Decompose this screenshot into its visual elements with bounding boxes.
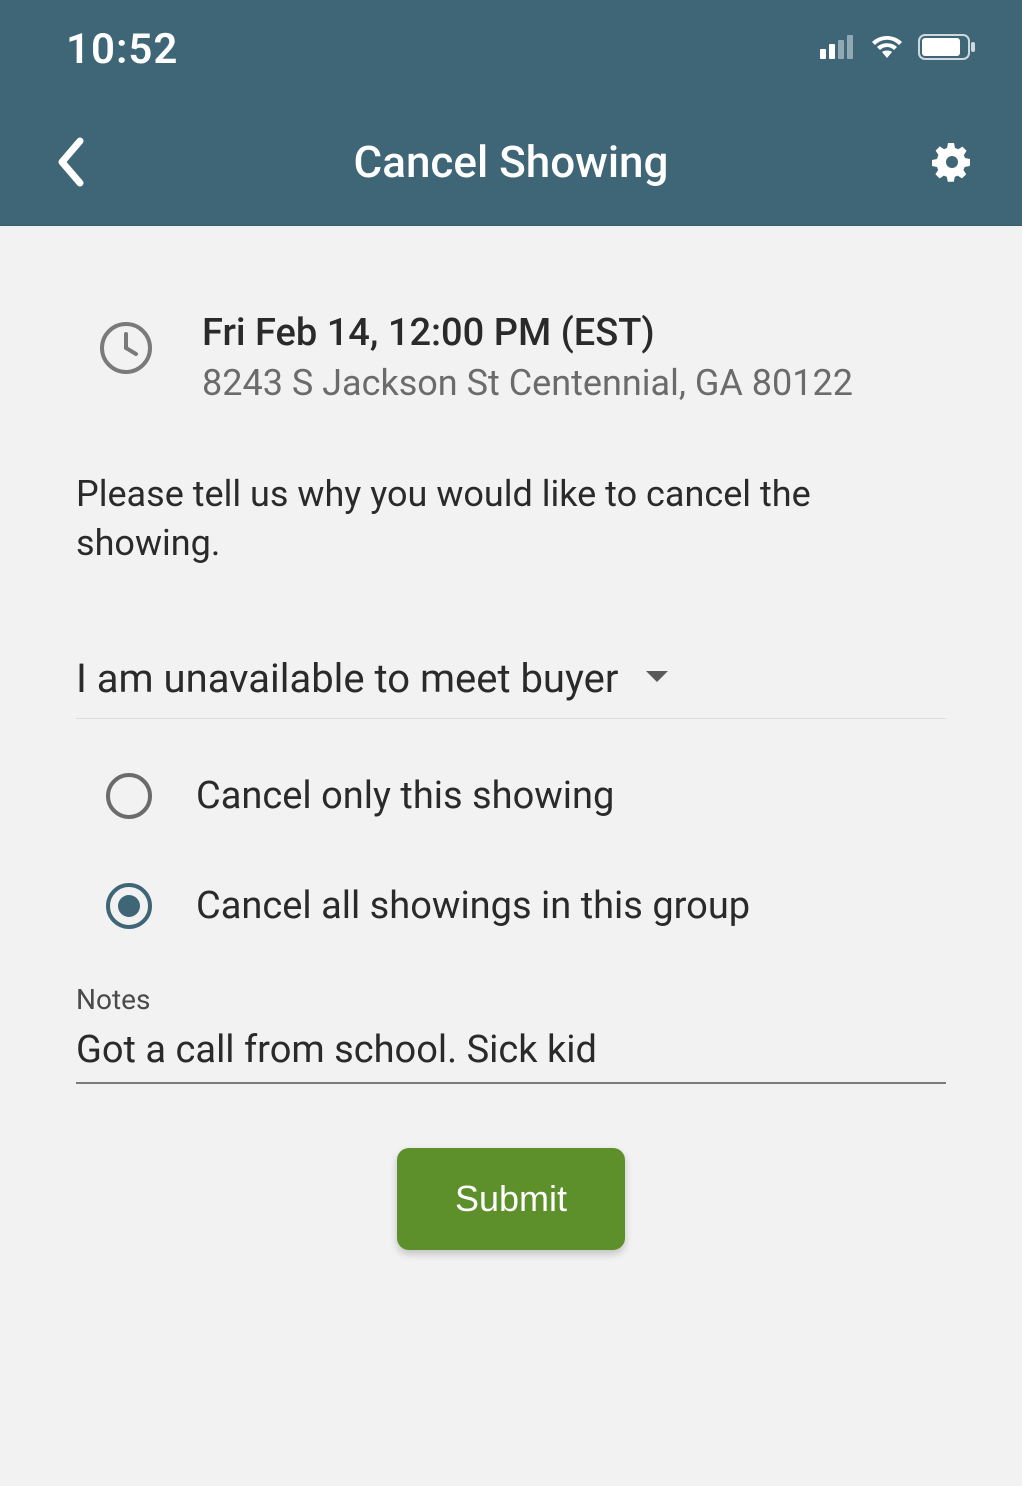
- chevron-left-icon: [55, 137, 85, 187]
- scope-option-only-this[interactable]: Cancel only this showing: [106, 763, 946, 829]
- reason-dropdown[interactable]: I am unavailable to meet buyer: [76, 655, 946, 719]
- notes-block: Notes: [76, 983, 946, 1084]
- radio-icon-selected: [106, 883, 152, 929]
- status-bar: 10:52: [0, 0, 1022, 98]
- cellular-signal-icon: [820, 35, 856, 63]
- showing-summary: Fri Feb 14, 12:00 PM (EST) 8243 S Jackso…: [76, 310, 946, 406]
- clock-icon: [98, 320, 154, 380]
- page-title: Cancel Showing: [98, 136, 924, 188]
- submit-button[interactable]: Submit: [397, 1148, 625, 1250]
- status-bar-indicators: [820, 34, 976, 64]
- showing-datetime: Fri Feb 14, 12:00 PM (EST): [202, 310, 853, 358]
- scope-option-label: Cancel only this showing: [196, 774, 614, 818]
- settings-button[interactable]: [924, 134, 980, 190]
- submit-wrap: Submit: [76, 1148, 946, 1250]
- reason-selected-label: I am unavailable to meet buyer: [76, 655, 618, 702]
- cancel-prompt: Please tell us why you would like to can…: [76, 470, 946, 567]
- nav-bar: Cancel Showing: [0, 98, 1022, 226]
- wifi-icon: [870, 35, 904, 63]
- caret-down-icon: [644, 669, 670, 689]
- content-area: Fri Feb 14, 12:00 PM (EST) 8243 S Jackso…: [0, 226, 1022, 1250]
- notes-label: Notes: [76, 983, 946, 1016]
- back-button[interactable]: [42, 134, 98, 190]
- radio-icon-unselected: [106, 773, 152, 819]
- scope-radio-group: Cancel only this showing Cancel all show…: [76, 763, 946, 939]
- notes-input[interactable]: [76, 1022, 946, 1084]
- scope-option-label: Cancel all showings in this group: [196, 884, 750, 928]
- scope-option-all-group[interactable]: Cancel all showings in this group: [106, 873, 946, 939]
- status-bar-time: 10:52: [66, 25, 178, 74]
- showing-address: 8243 S Jackson St Centennial, GA 80122: [202, 360, 853, 407]
- gear-icon: [929, 139, 975, 185]
- battery-icon: [918, 34, 976, 64]
- showing-text: Fri Feb 14, 12:00 PM (EST) 8243 S Jackso…: [202, 310, 853, 406]
